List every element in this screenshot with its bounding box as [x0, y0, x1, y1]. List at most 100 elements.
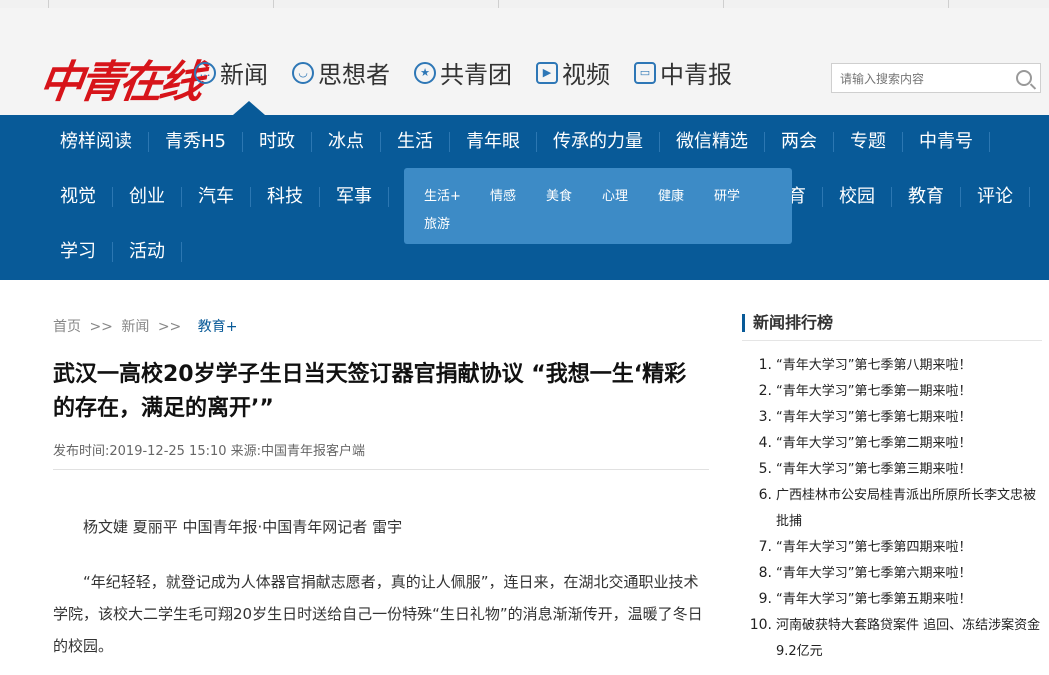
ranking-link[interactable]: “青年大学习”第七季第五期来啦！ [776, 592, 971, 607]
article-byline: 杨文婕 夏丽平 中国青年报·中国青年网记者 雷宇 [83, 518, 403, 536]
ranking-link[interactable]: “青年大学习”第七季第四期来啦！ [776, 540, 971, 555]
nav-item[interactable]: 校园 [823, 187, 892, 207]
dropdown-item[interactable]: 生活+ [424, 185, 461, 204]
ranking-number: 10. [749, 617, 772, 633]
nav-item[interactable]: 两会 [765, 132, 834, 152]
ranking-item[interactable]: 7. “青年大学习”第七季第四期来啦！ [752, 534, 1044, 561]
channel-news[interactable]: … 新闻 [194, 55, 268, 90]
ranking-number: 6. [758, 487, 772, 503]
ranking-item[interactable]: 4. “青年大学习”第七季第二期来啦！ [752, 430, 1044, 457]
channel-label: 新闻 [220, 61, 268, 89]
life-dropdown-menu: 生活+ 情感 美食 心理 健康 研学 旅游 [404, 168, 792, 244]
tab-segment[interactable] [273, 0, 499, 8]
nav-item[interactable]: 传承的力量 [537, 132, 660, 152]
tv-icon: ▶ [536, 61, 558, 84]
dropdown-item[interactable]: 美食 [546, 185, 572, 204]
ranking-number: 2. [758, 383, 772, 399]
nav-item[interactable]: 专题 [834, 132, 903, 152]
channel-nav: … 新闻 ◡ 思想者 ★ 共青团 ▶ 视频 ▭ 中青报 [194, 55, 756, 90]
ranking-link[interactable]: 广西桂林市公安局桂青派出所原所长李文忠被批捕 [776, 488, 1036, 529]
ranking-item[interactable]: 6. 广西桂林市公安局桂青派出所原所长李文忠被批捕 [752, 482, 1046, 535]
ranking-number: 8. [758, 565, 772, 581]
ranking-number: 3. [758, 409, 772, 425]
search-input[interactable] [838, 65, 1012, 93]
ranking-link[interactable]: 河南破获特大套路贷案件 追回、冻结涉案资金9.2亿元 [776, 618, 1040, 659]
nav-row-1: 榜样阅读 青秀H5 时政 冰点 生活 青年眼 传承的力量 微信精选 两会 专题 … [44, 132, 990, 152]
nav-item[interactable]: 视觉 [44, 187, 113, 207]
dropdown-item[interactable]: 旅游 [424, 213, 450, 232]
nav-item[interactable]: 中青号 [903, 132, 990, 152]
breadcrumb-separator: >> [89, 319, 113, 335]
channel-label: 视频 [562, 61, 610, 89]
search-icon[interactable] [1016, 70, 1032, 86]
ranking-item[interactable]: 9. “青年大学习”第七季第五期来啦！ [752, 586, 1044, 613]
chat-icon: … [194, 61, 216, 84]
star-icon: ★ [414, 61, 436, 84]
nav-item[interactable]: 时政 [243, 132, 312, 152]
nav-row-2: 视觉 创业 汽车 科技 军事 [44, 187, 389, 207]
nav-item[interactable]: 学习 [44, 242, 113, 262]
dropdown-item[interactable]: 研学 [714, 185, 740, 204]
channel-league[interactable]: ★ 共青团 [414, 55, 512, 90]
article-title: 武汉一高校20岁学子生日当天签订器官捐献协议 “我想一生‘精彩的存在，满足的离开… [53, 362, 687, 421]
nav-item[interactable]: 青秀H5 [149, 132, 243, 152]
breadcrumb: 首页 >> 新闻 >> 教育+ [53, 316, 241, 336]
nav-item[interactable]: 创业 [113, 187, 182, 207]
ranking-link[interactable]: “青年大学习”第七季第六期来啦！ [776, 566, 971, 581]
channel-label: 思想者 [318, 61, 390, 89]
ranking-number: 7. [758, 539, 772, 555]
channel-newspaper[interactable]: ▭ 中青报 [634, 55, 732, 90]
nav-item[interactable]: 微信精选 [660, 132, 765, 152]
ranking-link[interactable]: “青年大学习”第七季第二期来啦！ [776, 436, 971, 451]
ranking-item[interactable]: 10. 河南破获特大套路贷案件 追回、冻结涉案资金9.2亿元 [749, 612, 1046, 665]
ranking-item[interactable]: 2. “青年大学习”第七季第一期来啦！ [752, 378, 1044, 405]
divider [53, 469, 709, 470]
channel-video[interactable]: ▶ 视频 [536, 55, 610, 90]
tab-segment[interactable] [0, 0, 49, 8]
site-logo[interactable]: 中青在线 [36, 46, 205, 110]
nav-item[interactable]: 冰点 [312, 132, 381, 152]
nav-item[interactable]: 汽车 [182, 187, 251, 207]
nav-item[interactable]: 青年眼 [450, 132, 537, 152]
ranking-item[interactable]: 5. “青年大学习”第七季第三期来啦！ [752, 456, 1044, 483]
channel-label: 中青报 [660, 61, 732, 89]
search-box [831, 63, 1041, 93]
newspaper-icon: ▭ [634, 61, 656, 84]
tab-segment[interactable] [48, 0, 274, 8]
ranking-number: 1. [758, 357, 772, 373]
ranking-number: 9. [758, 591, 772, 607]
tab-segment[interactable] [498, 0, 724, 8]
channel-thinker[interactable]: ◡ 思想者 [292, 55, 390, 90]
breadcrumb-news[interactable]: 新闻 [121, 319, 149, 335]
ranking-item[interactable]: 3. “青年大学习”第七季第七期来啦！ [752, 404, 1044, 431]
ranking-number: 4. [758, 435, 772, 451]
nav-item[interactable]: 评论 [961, 187, 1030, 207]
nav-item[interactable]: 科技 [251, 187, 320, 207]
ranking-link[interactable]: “青年大学习”第七季第一期来啦！ [776, 384, 971, 399]
article-meta: 发布时间:2019-12-25 15:10 来源:中国青年报客户端 [53, 444, 366, 459]
divider [742, 340, 1042, 341]
nav-row-3: 学习 活动 [44, 242, 182, 262]
bulb-icon: ◡ [292, 61, 314, 84]
nav-item[interactable]: 榜样阅读 [44, 132, 149, 152]
ranking-item[interactable]: 1. “青年大学习”第七季第八期来啦！ [752, 352, 1044, 379]
nav-item[interactable]: 军事 [320, 187, 389, 207]
dropdown-item[interactable]: 健康 [658, 185, 684, 204]
ranking-item[interactable]: 8. “青年大学习”第七季第六期来啦！ [752, 560, 1044, 587]
article-paragraph: “年纪轻轻，就登记成为人体器官捐献志愿者，真的让人佩服”，连日来，在湖北交通职业… [53, 573, 703, 655]
ranking-link[interactable]: “青年大学习”第七季第八期来啦！ [776, 358, 971, 373]
active-channel-pointer [233, 101, 265, 115]
ranking-link[interactable]: “青年大学习”第七季第七期来啦！ [776, 410, 971, 425]
breadcrumb-current[interactable]: 教育+ [198, 319, 238, 335]
breadcrumb-home[interactable]: 首页 [53, 319, 81, 335]
dropdown-item[interactable]: 心理 [602, 185, 628, 204]
dropdown-item[interactable]: 情感 [490, 185, 516, 204]
tab-segment[interactable] [723, 0, 949, 8]
ranking-title: 新闻排行榜 [742, 314, 833, 332]
ranking-link[interactable]: “青年大学习”第七季第三期来啦！ [776, 462, 971, 477]
nav-item[interactable]: 活动 [113, 242, 182, 262]
channel-label: 共青团 [440, 61, 512, 89]
nav-item[interactable]: 教育 [892, 187, 961, 207]
ranking-number: 5. [758, 461, 772, 477]
nav-item-life[interactable]: 生活 [381, 132, 450, 152]
